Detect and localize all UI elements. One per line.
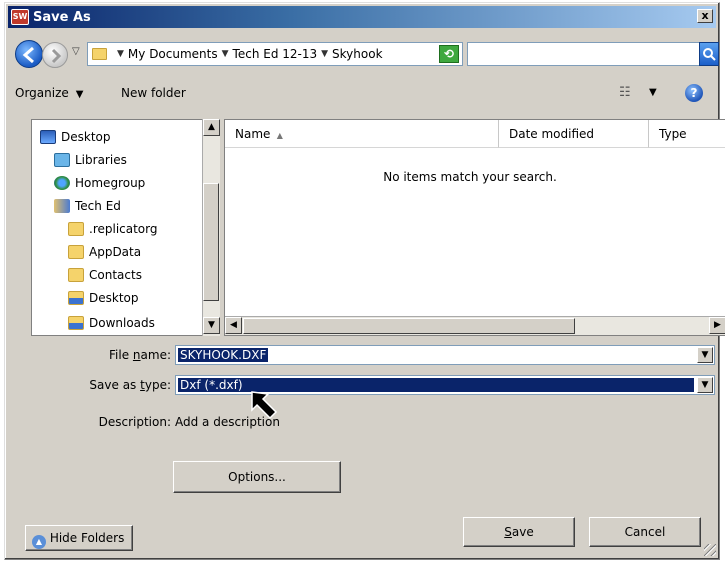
chevron-down-icon[interactable]: ▼ [222,49,229,59]
back-button[interactable] [15,40,43,68]
solidworks-logo-icon: SW [11,9,29,25]
desktop-icon [40,130,56,144]
list-scroll-thumb[interactable] [243,318,575,334]
chevron-down-icon[interactable]: ▼ [649,87,657,98]
address-row: ▽ ▼ My Documents ▼ Tech Ed 12-13 ▼ Skyho… [13,39,719,68]
breadcrumb-item[interactable]: Skyhook [332,47,382,61]
breadcrumb-item[interactable]: My Documents [128,47,218,61]
tree-item-label: Tech Ed [75,199,121,213]
tree-item-desktop-folder[interactable]: Desktop [68,287,139,309]
organize-label: Organize [15,86,69,100]
scroll-down-icon[interactable]: ▼ [203,317,220,334]
list-horizontal-scrollbar[interactable]: ◀ ▶ [225,316,725,335]
title-bar[interactable]: SW Save As x [8,6,716,28]
organize-button[interactable]: Organize ▼ [15,86,83,100]
tree-item-homegroup[interactable]: Homegroup [54,172,145,194]
search-icon [703,48,716,61]
scroll-left-icon[interactable]: ◀ [225,317,242,334]
help-icon[interactable]: ? [685,84,703,102]
tree-item-replicatorg[interactable]: .replicatorg [68,218,158,240]
column-header-date-modified[interactable]: Date modified [499,120,649,148]
refresh-icon[interactable]: ⟲ [439,45,459,63]
file-name-field[interactable]: SKYHOOK.DXF ▼ [175,345,715,365]
folder-icon [68,245,84,259]
cancel-button[interactable]: Cancel [589,517,701,547]
column-header-name[interactable]: Name ▲ [225,120,499,148]
chevron-up-icon: ▲ [32,535,46,549]
file-name-value[interactable]: SKYHOOK.DXF [178,348,269,362]
tree-item-label: Homegroup [75,176,146,190]
save-as-type-label: Save as type: [89,378,171,392]
desktop-folder-icon [68,291,84,305]
resize-grip-icon[interactable] [704,544,716,556]
arrow-right-icon [51,48,62,64]
sort-ascending-icon: ▲ [274,131,283,140]
search-button[interactable] [699,42,719,66]
tree-scroll-thumb[interactable] [203,183,219,301]
tree-item-contacts[interactable]: Contacts [68,264,142,286]
chevron-down-icon: ▼ [72,89,84,100]
tree-item-tech-ed[interactable]: Tech Ed [54,195,121,217]
contacts-icon [68,268,84,282]
close-button[interactable]: x [697,9,713,23]
column-label: Name [235,127,271,141]
breadcrumb[interactable]: ▼ My Documents ▼ Tech Ed 12-13 ▼ Skyhook… [87,42,463,66]
libraries-icon [54,153,70,167]
hide-folders-button[interactable]: ▲ Hide Folders [25,525,133,551]
scroll-right-icon[interactable]: ▶ [709,317,725,334]
file-list[interactable]: Name ▲ Date modified Type No items match… [224,119,725,336]
save-as-dialog: SW Save As x ▽ ▼ My Documents ▼ Tech Ed … [4,2,725,560]
tree-item-desktop[interactable]: Desktop [40,126,111,148]
file-name-label: File name: [109,348,171,362]
tree-item-label: Desktop [61,130,111,144]
tree-item-libraries[interactable]: Libraries [54,149,127,171]
description-label: Description: [98,415,171,429]
homegroup-icon [54,176,70,190]
downloads-icon [68,316,84,330]
chevron-down-icon[interactable]: ▼ [697,347,713,363]
chevron-down-icon[interactable]: ▼ [321,49,328,59]
recent-pages-dropdown-icon[interactable]: ▽ [72,46,80,57]
column-header-type[interactable]: Type [649,120,725,148]
tree-item-label: Libraries [75,153,127,167]
tree-item-label: AppData [89,245,142,259]
toolbar: Organize ▼ New folder ☷ ▼ ? [13,81,713,107]
window-title: Save As [33,9,91,25]
forward-button[interactable] [42,42,68,68]
chevron-down-icon[interactable]: ▼ [117,49,124,59]
arrow-left-icon [22,46,34,64]
tree-item-downloads[interactable]: Downloads [68,312,155,334]
breadcrumb-item[interactable]: Tech Ed 12-13 [233,47,318,61]
folder-icon [68,222,84,236]
scroll-up-icon[interactable]: ▲ [203,119,220,136]
new-folder-button[interactable]: New folder [121,86,186,100]
chevron-down-icon[interactable]: ▼ [697,377,713,393]
mouse-cursor-icon [251,391,278,420]
save-button[interactable]: Save [463,517,575,547]
search-input[interactable] [467,42,701,66]
tree-item-appdata[interactable]: AppData [68,241,141,263]
tree-item-label: .replicatorg [89,222,158,236]
empty-list-message: No items match your search. [383,170,557,184]
view-details-icon[interactable]: ☷ [619,85,631,100]
hide-folders-label: Hide Folders [49,531,125,545]
tree-item-label: Desktop [89,291,139,305]
folder-tree[interactable]: Desktop Libraries Homegroup Tech Ed .rep… [31,119,220,336]
tree-item-label: Downloads [89,316,155,330]
tree-item-label: Contacts [89,268,142,282]
folder-icon [92,48,107,60]
options-button[interactable]: Options... [173,461,341,493]
user-folder-icon [54,199,70,213]
